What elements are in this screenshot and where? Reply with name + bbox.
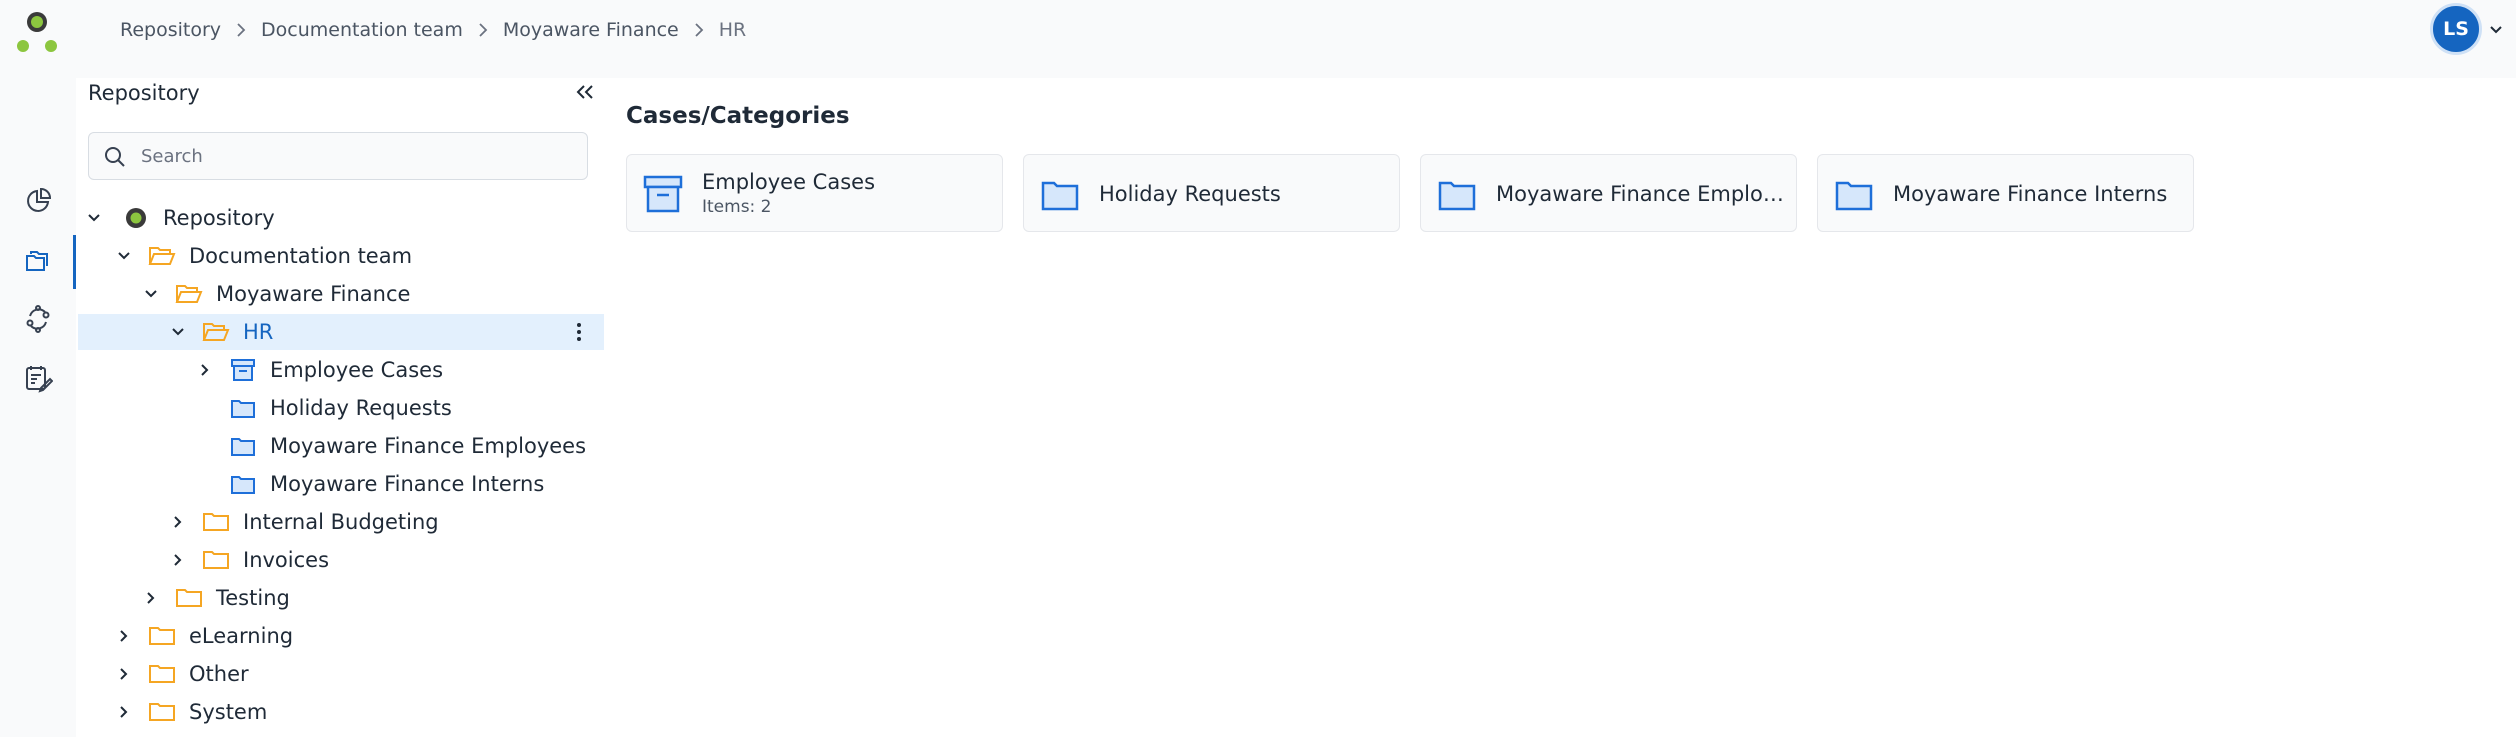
card-moyaware-finance-employees[interactable]: Moyaware Finance Employees [1420, 154, 1797, 232]
tree-item-invoices[interactable]: Invoices [78, 542, 604, 578]
card-title: Holiday Requests [1099, 182, 1281, 206]
chevron-down-icon[interactable] [114, 246, 134, 266]
tree-item-system[interactable]: System [78, 694, 604, 730]
folder-open-icon [202, 319, 230, 345]
repository-icon [23, 245, 53, 279]
card-item-count: Items: 2 [702, 197, 772, 217]
tree-item-elearning[interactable]: eLearning [78, 618, 604, 654]
card-title: Employee Cases [702, 170, 876, 194]
rail-item-repository[interactable] [0, 235, 76, 289]
category-folder-icon [229, 433, 257, 459]
tree-item-label: Testing [216, 586, 290, 610]
tree-item-other[interactable]: Other [78, 656, 604, 692]
tree-item-label: System [189, 700, 268, 724]
card-title: Moyaware Finance Employees [1496, 182, 1786, 206]
tree-item-holiday-requests[interactable]: Holiday Requests [78, 390, 604, 426]
breadcrumb-item-hr: HR [718, 19, 747, 41]
card-title: Moyaware Finance Interns [1893, 182, 2168, 206]
folder-icon [148, 661, 176, 687]
chevrons-left-icon [575, 84, 595, 104]
workflow-icon [23, 304, 53, 338]
tree-item-label: HR [243, 320, 274, 344]
tree-item-testing[interactable]: Testing [78, 580, 604, 616]
folder-icon [202, 547, 230, 573]
tree-item-label: Moyaware Finance Interns [270, 472, 545, 496]
chevron-right-icon[interactable] [114, 626, 134, 646]
collapse-panel-button[interactable] [573, 82, 597, 106]
chevron-right-icon[interactable] [195, 360, 215, 380]
folder-icon [148, 623, 176, 649]
folder-open-icon [148, 243, 176, 269]
breadcrumb: Repository Documentation team Moyaware F… [120, 16, 746, 44]
chevron-right-icon[interactable] [168, 512, 188, 532]
tree-item-label: Invoices [243, 548, 330, 572]
rail-item-tasks[interactable] [0, 353, 76, 407]
chevron-right-icon[interactable] [114, 702, 134, 722]
chevron-right-icon [463, 23, 503, 37]
dashboard-icon [23, 186, 53, 220]
tasks-icon [23, 363, 54, 397]
chevron-right-icon[interactable] [168, 550, 188, 570]
panel-title: Repository [88, 81, 200, 105]
tree-item-moyaware-finance-employees[interactable]: Moyaware Finance Employees [78, 428, 604, 464]
more-options-icon[interactable] [568, 321, 590, 343]
chevron-right-icon [679, 23, 719, 37]
top-bar: Repository Documentation team Moyaware F… [0, 0, 2516, 78]
chevron-right-icon[interactable] [114, 664, 134, 684]
tree-item-label: eLearning [189, 624, 294, 648]
category-folder-icon [1040, 175, 1080, 213]
chevron-right-icon [221, 23, 261, 37]
folder-icon [148, 699, 176, 725]
tree-item-label: Moyaware Finance [216, 282, 411, 306]
card-moyaware-finance-interns[interactable]: Moyaware Finance Interns [1817, 154, 2194, 232]
breadcrumb-item-documentation-team[interactable]: Documentation team [261, 19, 463, 41]
tree-item-label: Employee Cases [270, 358, 444, 382]
category-folder-icon [1834, 175, 1874, 213]
tree-item-hr[interactable]: HR [78, 314, 604, 350]
chevron-down-icon[interactable] [84, 208, 104, 228]
category-folder-icon [1437, 175, 1477, 213]
tree-item-label: Moyaware Finance Employees [270, 434, 587, 458]
rail-item-dashboard[interactable] [0, 176, 76, 230]
rail-item-workflow[interactable] [0, 294, 76, 348]
search-input[interactable] [141, 133, 581, 179]
folder-open-icon [175, 281, 203, 307]
tree-item-moyaware-finance[interactable]: Moyaware Finance [78, 276, 604, 312]
card-holiday-requests[interactable]: Holiday Requests [1023, 154, 1400, 232]
search-box [88, 132, 588, 180]
chevron-right-icon[interactable] [141, 588, 161, 608]
category-folder-icon [229, 395, 257, 421]
tree-item-employee-cases[interactable]: Employee Cases [78, 352, 604, 388]
user-avatar[interactable]: LS [2430, 3, 2482, 55]
tree-item-label: Documentation team [189, 244, 413, 268]
tree-item-repository[interactable]: Repository [78, 200, 604, 236]
tree-item-label: Holiday Requests [270, 396, 452, 420]
folder-icon [175, 585, 203, 611]
app-logo[interactable] [14, 8, 60, 54]
chevron-down-icon[interactable] [168, 322, 188, 342]
repository-panel: Repository Repository Documentation team… [78, 78, 604, 737]
tree-item-label: Internal Budgeting [243, 510, 439, 534]
page-title: Cases/Categories [626, 103, 850, 129]
tree-item-internal-budgeting[interactable]: Internal Budgeting [78, 504, 604, 540]
category-folder-icon [229, 471, 257, 497]
folder-icon [202, 509, 230, 535]
case-box-icon [229, 357, 257, 383]
breadcrumb-item-moyaware-finance[interactable]: Moyaware Finance [503, 19, 679, 41]
card-employee-cases[interactable]: Employee Cases Items: 2 [626, 154, 1003, 232]
tree-item-documentation-team[interactable]: Documentation team [78, 238, 604, 274]
navigation-rail [0, 78, 76, 737]
tree-item-moyaware-finance-interns[interactable]: Moyaware Finance Interns [78, 466, 604, 502]
chevron-down-icon[interactable] [141, 284, 161, 304]
chevron-down-icon[interactable] [2486, 20, 2506, 40]
search-icon [103, 145, 127, 169]
tree-item-label: Other [189, 662, 249, 686]
case-box-icon [643, 175, 683, 213]
breadcrumb-item-repository[interactable]: Repository [120, 19, 221, 41]
repository-root-icon [122, 205, 150, 231]
tree-item-label: Repository [163, 206, 275, 230]
